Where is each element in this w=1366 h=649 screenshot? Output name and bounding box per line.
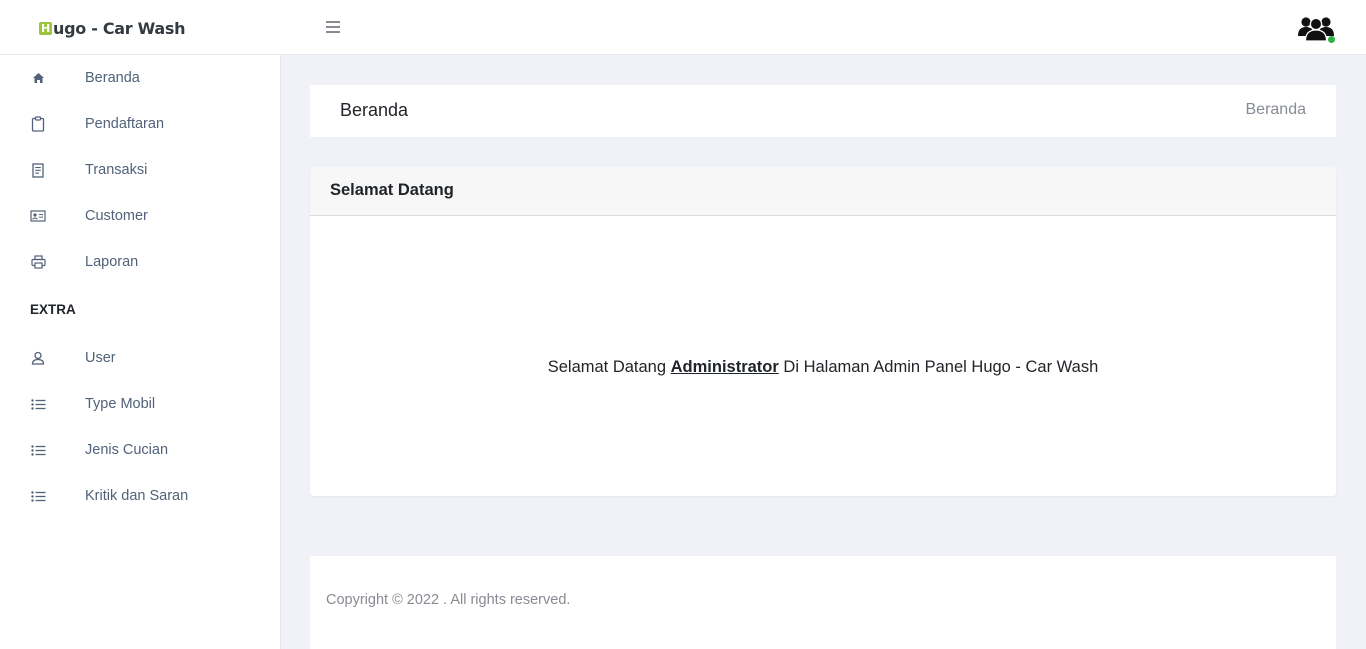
sidebar-item-label: Transaksi bbox=[85, 162, 148, 178]
sidebar-item-label: Jenis Cucian bbox=[85, 442, 169, 458]
welcome-text-after: Di Halaman Admin Panel Hugo - Car Wash bbox=[778, 358, 1099, 376]
welcome-card: Selamat Datang Selamat Datang Administra… bbox=[310, 167, 1336, 496]
sidebar: Beranda Pendaftaran Transaksi Customer L… bbox=[0, 55, 281, 649]
sidebar-item-label: Laporan bbox=[85, 254, 139, 270]
printer-icon bbox=[30, 254, 46, 270]
online-status-dot bbox=[1328, 36, 1335, 43]
id-card-icon bbox=[30, 208, 46, 224]
footer: Copyright © 2022 . All rights reserved. bbox=[310, 556, 1336, 649]
page-header: Beranda Beranda bbox=[310, 85, 1336, 137]
sidebar-item-label: Type Mobil bbox=[85, 396, 156, 412]
copyright-text: Copyright © 2022 . All rights reserved. bbox=[326, 592, 571, 608]
sidebar-item-label: Kritik dan Saran bbox=[85, 488, 189, 504]
user-menu-button[interactable] bbox=[1296, 14, 1338, 44]
card-header: Selamat Datang bbox=[310, 167, 1336, 216]
menu-toggle-icon[interactable] bbox=[326, 21, 340, 33]
welcome-text-before: Selamat Datang bbox=[547, 358, 671, 376]
sidebar-item-transaksi[interactable]: Transaksi bbox=[0, 147, 280, 193]
sidebar-item-kritik-dan-saran[interactable]: Kritik dan Saran bbox=[0, 473, 280, 519]
sidebar-item-label: User bbox=[85, 350, 116, 366]
breadcrumb[interactable]: Beranda bbox=[1246, 101, 1307, 119]
sidebar-item-type-mobil[interactable]: Type Mobil bbox=[0, 381, 280, 427]
sidebar-item-label: Customer bbox=[85, 208, 148, 224]
sidebar-item-user[interactable]: User bbox=[0, 335, 280, 381]
brand-logo[interactable]: Hugo - Car Wash bbox=[39, 17, 186, 39]
sidebar-item-label: Beranda bbox=[85, 70, 140, 86]
sidebar-item-label: Pendaftaran bbox=[85, 116, 165, 132]
list-icon bbox=[30, 488, 46, 504]
sidebar-item-laporan[interactable]: Laporan bbox=[0, 239, 280, 285]
sidebar-item-pendaftaran[interactable]: Pendaftaran bbox=[0, 101, 280, 147]
welcome-message: Selamat Datang Administrator Di Halaman … bbox=[310, 358, 1336, 377]
card-title: Selamat Datang bbox=[330, 181, 454, 199]
home-icon bbox=[30, 70, 46, 86]
topbar: Hugo - Car Wash bbox=[0, 0, 1366, 55]
sidebar-item-jenis-cucian[interactable]: Jenis Cucian bbox=[0, 427, 280, 473]
list-icon bbox=[30, 442, 46, 458]
page-title: Beranda bbox=[340, 100, 409, 120]
receipt-icon bbox=[30, 162, 46, 178]
sidebar-item-beranda[interactable]: Beranda bbox=[0, 55, 280, 101]
sidebar-section-extra: EXTRA bbox=[30, 302, 76, 317]
clipboard-icon bbox=[30, 116, 46, 132]
user-icon bbox=[30, 350, 46, 366]
admin-name-link[interactable]: Administrator bbox=[671, 358, 779, 376]
brand-initial: H bbox=[39, 21, 52, 35]
brand-name: ugo - Car Wash bbox=[53, 18, 186, 38]
sidebar-item-customer[interactable]: Customer bbox=[0, 193, 280, 239]
list-icon bbox=[30, 396, 46, 412]
